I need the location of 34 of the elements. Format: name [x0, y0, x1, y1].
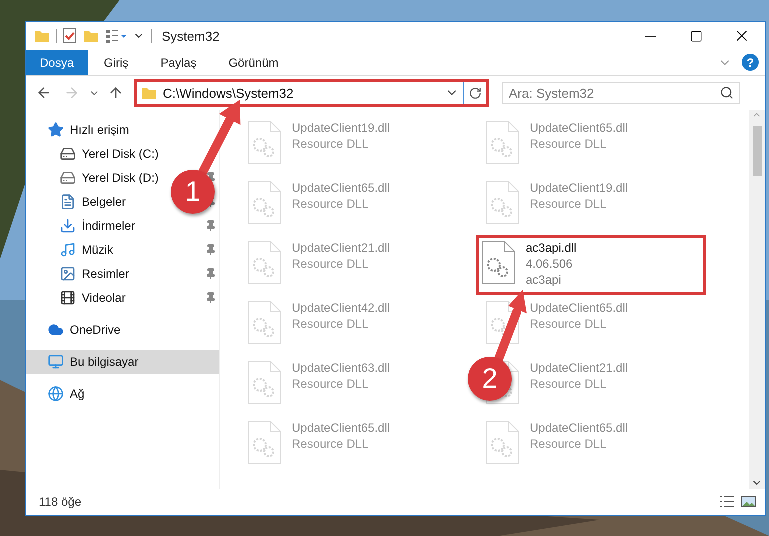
file-detail: Resource DLL: [530, 137, 608, 151]
sidebar-item[interactable]: OneDrive: [26, 318, 219, 342]
sidebar-item[interactable]: Belgeler: [26, 190, 130, 214]
file-detail: Resource DLL: [530, 197, 608, 211]
file-detail: Resource DLL: [292, 437, 370, 451]
file-detail: Resource DLL: [530, 317, 608, 331]
file-detail: 4.06.506: [526, 257, 574, 271]
sidebar-item[interactable]: Bu bilgisayar: [26, 350, 219, 374]
sidebar-item[interactable]: Müzik: [26, 238, 118, 262]
sidebar-item[interactable]: Hızlı erişim: [26, 118, 219, 142]
item-count: 118 öğe: [39, 495, 82, 509]
sidebar-item[interactable]: İndirmeler: [26, 214, 140, 238]
file-detail: Resource DLL: [292, 257, 370, 271]
file-tab[interactable]: Dosya: [26, 50, 88, 75]
sidebar-item[interactable]: Resimler: [26, 262, 134, 286]
sidebar-item[interactable]: Ağ: [26, 382, 219, 406]
file-name[interactable]: ac3api.dll: [526, 241, 577, 255]
search-field[interactable]: Ara: System32: [502, 82, 740, 104]
ribbon-tab[interactable]: Görünüm: [212, 50, 295, 75]
ribbon-tab[interactable]: Giriş: [88, 50, 145, 75]
file-detail: Resource DLL: [292, 377, 370, 391]
sidebar-item[interactable]: Yerel Disk (D:): [26, 166, 163, 190]
sidebar-item[interactable]: Videolar: [26, 286, 130, 310]
sidebar-item[interactable]: Yerel Disk (C:): [26, 142, 163, 166]
file-detail: ac3api: [526, 273, 562, 287]
file-detail: Resource DLL: [530, 437, 608, 451]
file-detail: Resource DLL: [530, 377, 608, 391]
ribbon-tab[interactable]: Paylaş: [144, 50, 213, 75]
help-button[interactable]: ?: [742, 54, 759, 71]
file-detail: Resource DLL: [292, 197, 370, 211]
file-detail: Resource DLL: [292, 317, 370, 331]
address-field[interactable]: C:\Windows\System32: [137, 82, 464, 104]
window-title: System32: [162, 28, 220, 44]
file-detail: Resource DLL: [292, 137, 370, 151]
